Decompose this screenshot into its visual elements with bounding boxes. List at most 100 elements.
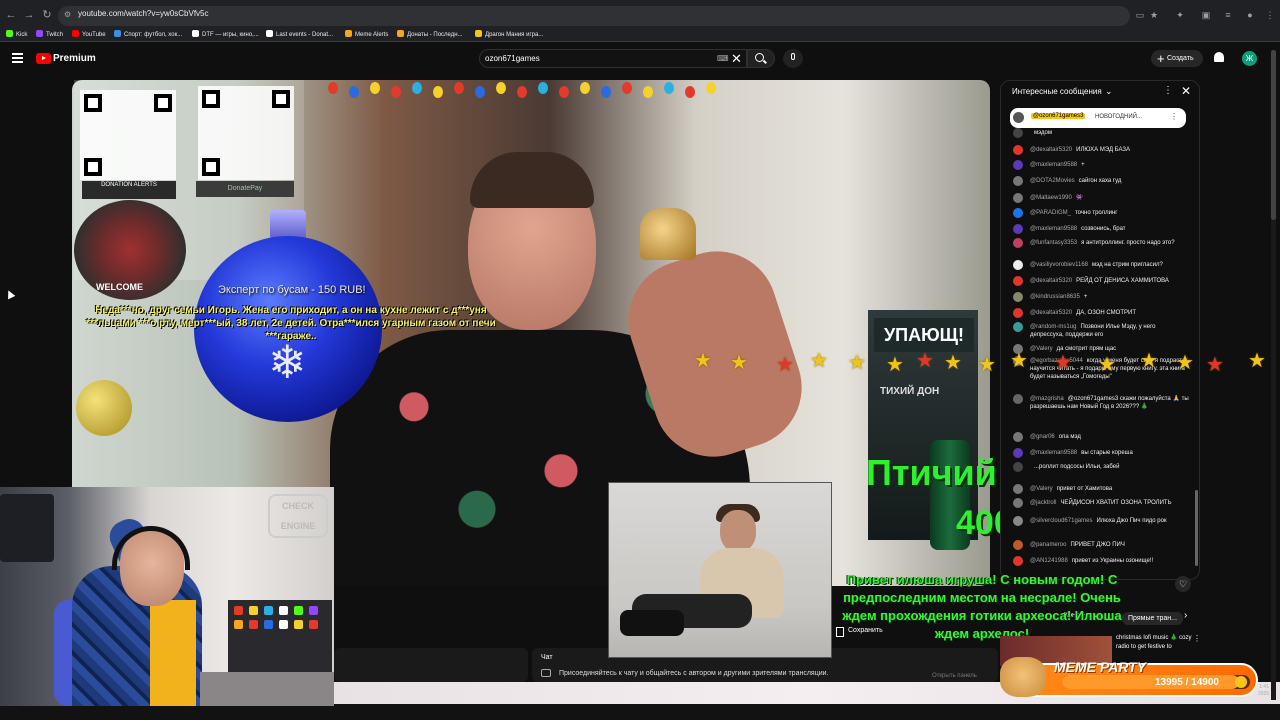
bookmark-item[interactable]: Kick bbox=[6, 30, 27, 40]
chat-text: + bbox=[1083, 294, 1088, 300]
extensions-icon[interactable]: ✦ bbox=[1174, 9, 1186, 21]
book-title: ТИХИЙ ДОН bbox=[880, 386, 940, 397]
forward-icon[interactable]: → bbox=[22, 8, 36, 22]
webcam-monitor bbox=[0, 494, 54, 562]
bookmark-label: Kick bbox=[16, 32, 28, 38]
sticker bbox=[309, 620, 318, 629]
bookmark-item[interactable]: Last events - Donat... bbox=[266, 30, 333, 40]
chat-message-body: ...роллит подсосы Ильи, забей bbox=[1030, 463, 1190, 471]
hamburger-menu-icon[interactable] bbox=[12, 53, 23, 63]
heart-icon[interactable]: ♡ bbox=[1175, 576, 1191, 592]
bookmark-item[interactable]: Драгон Мания игра... bbox=[475, 30, 543, 40]
star-icon: ★ bbox=[1176, 352, 1194, 374]
chevron-right-icon[interactable]: › bbox=[1184, 610, 1187, 621]
chat-username: @PARADIGM_ bbox=[1030, 210, 1071, 216]
close-icon[interactable]: ✕ bbox=[1181, 84, 1191, 98]
notifications-bell-icon[interactable] bbox=[1214, 52, 1224, 62]
coin-icon bbox=[1235, 676, 1247, 688]
chat-mode-selector[interactable]: Интересные сообщения bbox=[1012, 87, 1102, 96]
bookmark-item[interactable]: Meme Alerts bbox=[345, 30, 388, 40]
browser-menu-icon[interactable]: ⋮ bbox=[1264, 9, 1276, 21]
reload-icon[interactable]: ↻ bbox=[40, 8, 54, 22]
bookmark-item[interactable]: Twitch bbox=[36, 30, 63, 40]
system-clock: 1:41 2025 bbox=[1258, 684, 1269, 698]
bookmark-label: DTF — игры, кино,... bbox=[202, 32, 259, 38]
chat-username: @Valery bbox=[1030, 346, 1053, 352]
garland-bulb bbox=[475, 86, 485, 98]
sticker bbox=[309, 606, 318, 615]
qr-corner bbox=[84, 94, 102, 112]
chat-text: сайгон хаха гуд bbox=[1078, 178, 1122, 184]
chat-message-body: @gnar06 опа мэд bbox=[1030, 433, 1190, 441]
garland-bulb bbox=[664, 82, 674, 94]
address-bar[interactable] bbox=[58, 6, 1130, 26]
profile-icon[interactable]: ● bbox=[1244, 9, 1256, 21]
recommended-title[interactable]: christmas lofi music 🎄 cozy radio to get… bbox=[1116, 634, 1196, 652]
clear-search-icon[interactable]: ✕ bbox=[731, 51, 742, 67]
bookmark-item[interactable]: Спорт: футбол, хок... bbox=[114, 30, 182, 40]
chat-message-body: мэдом bbox=[1030, 129, 1190, 137]
donation-alerts-label: DONATION ALERTS bbox=[82, 181, 176, 199]
bookmark-favicon-icon bbox=[475, 30, 482, 37]
sticker bbox=[294, 606, 303, 615]
description-panel bbox=[334, 648, 528, 682]
chat-text: привет от Хамитова bbox=[1056, 486, 1113, 492]
tab-live[interactable]: Прямые тран... bbox=[1122, 612, 1184, 625]
garland-bulb bbox=[643, 86, 653, 98]
inset-person-face bbox=[720, 510, 756, 552]
star-icon: ★ bbox=[694, 350, 712, 372]
bookmark-star-icon[interactable]: ★ bbox=[1148, 9, 1160, 21]
chat-avatar bbox=[1013, 160, 1023, 170]
bookmark-favicon-icon bbox=[36, 30, 43, 37]
microphone-icon bbox=[791, 53, 795, 60]
donation-message-text: Неда***но, друг семьи Игорь. Жена его пр… bbox=[86, 305, 496, 342]
chat-message-body: @PARADIGM_ точно троллинг bbox=[1030, 209, 1190, 217]
youtube-premium-label[interactable]: Premium bbox=[53, 53, 96, 64]
page-scrollbar-thumb[interactable] bbox=[1271, 50, 1276, 220]
chat-scrollbar[interactable] bbox=[1195, 490, 1198, 566]
bookmark-item[interactable]: DTF — игры, кино,... bbox=[192, 30, 259, 40]
bookmark-item[interactable]: Донаты - Последн... bbox=[397, 30, 463, 40]
cast-icon[interactable]: ▭ bbox=[1134, 9, 1146, 21]
chat-username: @Maltaew1990 bbox=[1030, 195, 1072, 201]
chat-message-body: @panameroo ПРИВЕТ ДЖО ПИЧ bbox=[1030, 541, 1190, 549]
qr-corner bbox=[84, 158, 102, 176]
clock-date: 2025 bbox=[1258, 691, 1270, 697]
bookmark-item[interactable]: YouTube bbox=[72, 30, 106, 40]
chat-message-body: @AN1241988 привет из Украины озонище!! bbox=[1030, 557, 1190, 565]
star-icon: ★ bbox=[1248, 350, 1266, 372]
pinned-more-icon[interactable]: ⋮ bbox=[1170, 112, 1178, 121]
webcam-person-tshirt bbox=[150, 600, 196, 706]
back-icon[interactable]: ← bbox=[4, 8, 18, 22]
star-icon: ★ bbox=[1010, 350, 1028, 372]
garland-bulb bbox=[496, 82, 506, 94]
star-icon: ★ bbox=[886, 354, 904, 376]
recommended-more-icon[interactable]: ⋮ bbox=[1193, 634, 1201, 643]
chat-username: @dexaltair5320 bbox=[1030, 278, 1073, 284]
bookmark-favicon-icon bbox=[345, 30, 352, 37]
chat-message-body: @maxleman9588 + bbox=[1030, 161, 1190, 169]
keyboard-icon[interactable]: ⌨ bbox=[717, 54, 729, 63]
chat-avatar bbox=[1013, 322, 1023, 332]
chat-text: вы старые кореша bbox=[1081, 450, 1133, 456]
chat-text: мэд на стрим пригласил? bbox=[1092, 262, 1163, 268]
youtube-logo-icon[interactable] bbox=[36, 53, 51, 64]
qr-corner bbox=[202, 90, 220, 108]
account-avatar[interactable]: Ж bbox=[1242, 51, 1257, 66]
chat-avatar bbox=[1013, 462, 1023, 472]
doge-icon bbox=[1000, 657, 1046, 697]
star-icon: ★ bbox=[776, 354, 794, 376]
chat-text: я антитроллинг. просто надо это? bbox=[1081, 240, 1175, 246]
chevron-down-icon[interactable]: ⌄ bbox=[1105, 86, 1113, 97]
sidepanel-icon[interactable]: ▣ bbox=[1200, 9, 1212, 21]
chat-avatar bbox=[1013, 432, 1023, 442]
chat-more-icon[interactable]: ⋮ bbox=[1163, 85, 1173, 96]
open-panel-button[interactable]: Открыть панель bbox=[932, 673, 977, 679]
site-info-icon[interactable]: ⚙ bbox=[64, 10, 71, 19]
bookmark-favicon-icon bbox=[192, 30, 199, 37]
chat-message-body: @maxleman9588 вы старые кореша bbox=[1030, 449, 1190, 457]
chat-username: @vasiliyvorobiev1168 bbox=[1030, 262, 1089, 268]
chat-text: ДА, ОЗОН СМОТРИТ bbox=[1076, 310, 1136, 316]
translate-icon[interactable]: ≡ bbox=[1222, 9, 1234, 21]
chat-message-body: @dexaltair5320 РЕЙД ОТ ДЕНИСА ХАММИТОВА bbox=[1030, 277, 1190, 285]
